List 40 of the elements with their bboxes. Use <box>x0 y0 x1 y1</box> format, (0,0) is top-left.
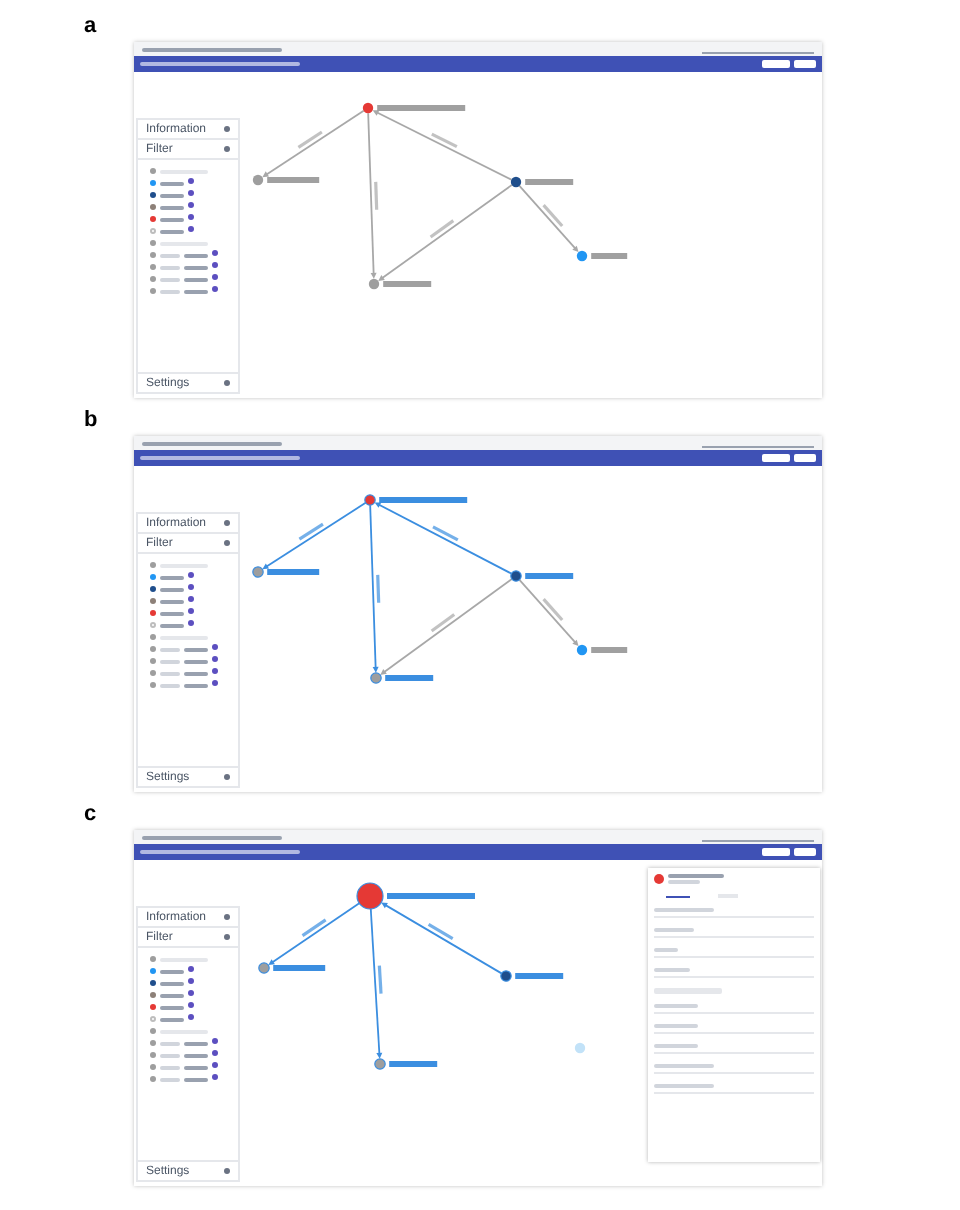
graph-node[interactable] <box>510 570 522 582</box>
blurred-text <box>432 525 459 542</box>
toolbar-button[interactable] <box>762 848 790 856</box>
graph-node[interactable] <box>362 102 374 114</box>
graph-node[interactable] <box>356 882 384 910</box>
figure-label: b <box>84 406 100 436</box>
figure-label: c <box>84 800 99 830</box>
form-field[interactable] <box>654 1044 814 1054</box>
form-field[interactable] <box>654 1024 814 1034</box>
toolbar-button[interactable] <box>794 848 816 856</box>
graph-node[interactable] <box>500 970 512 982</box>
graph-node[interactable] <box>252 566 264 578</box>
blurred-text <box>374 181 379 210</box>
toolbar-button[interactable] <box>794 60 816 68</box>
graph-node[interactable] <box>576 250 588 262</box>
graph-node[interactable] <box>370 672 382 684</box>
node-icon <box>654 874 664 884</box>
form-field[interactable] <box>654 1084 814 1094</box>
form-field[interactable] <box>654 1064 814 1074</box>
form-field[interactable] <box>654 968 814 978</box>
graph-node[interactable] <box>252 174 264 186</box>
blurred-text <box>376 574 381 603</box>
form-field[interactable] <box>654 928 814 938</box>
blurred-text <box>427 923 454 940</box>
blurred-text <box>431 132 458 149</box>
graph-node[interactable] <box>258 962 270 974</box>
blurred-text <box>377 965 383 994</box>
toolbar-button[interactable] <box>762 60 790 68</box>
graph-node[interactable] <box>576 644 588 656</box>
graph-node[interactable] <box>364 494 376 506</box>
toolbar-button[interactable] <box>762 454 790 462</box>
form-field[interactable] <box>654 908 814 918</box>
graph-node[interactable] <box>574 1042 586 1054</box>
figure-label: a <box>84 12 99 42</box>
form-field[interactable] <box>654 948 814 958</box>
graph-node[interactable] <box>374 1058 386 1070</box>
graph-node[interactable] <box>368 278 380 290</box>
toolbar-button[interactable] <box>794 454 816 462</box>
graph-node[interactable] <box>510 176 522 188</box>
form-field[interactable] <box>654 1004 814 1014</box>
